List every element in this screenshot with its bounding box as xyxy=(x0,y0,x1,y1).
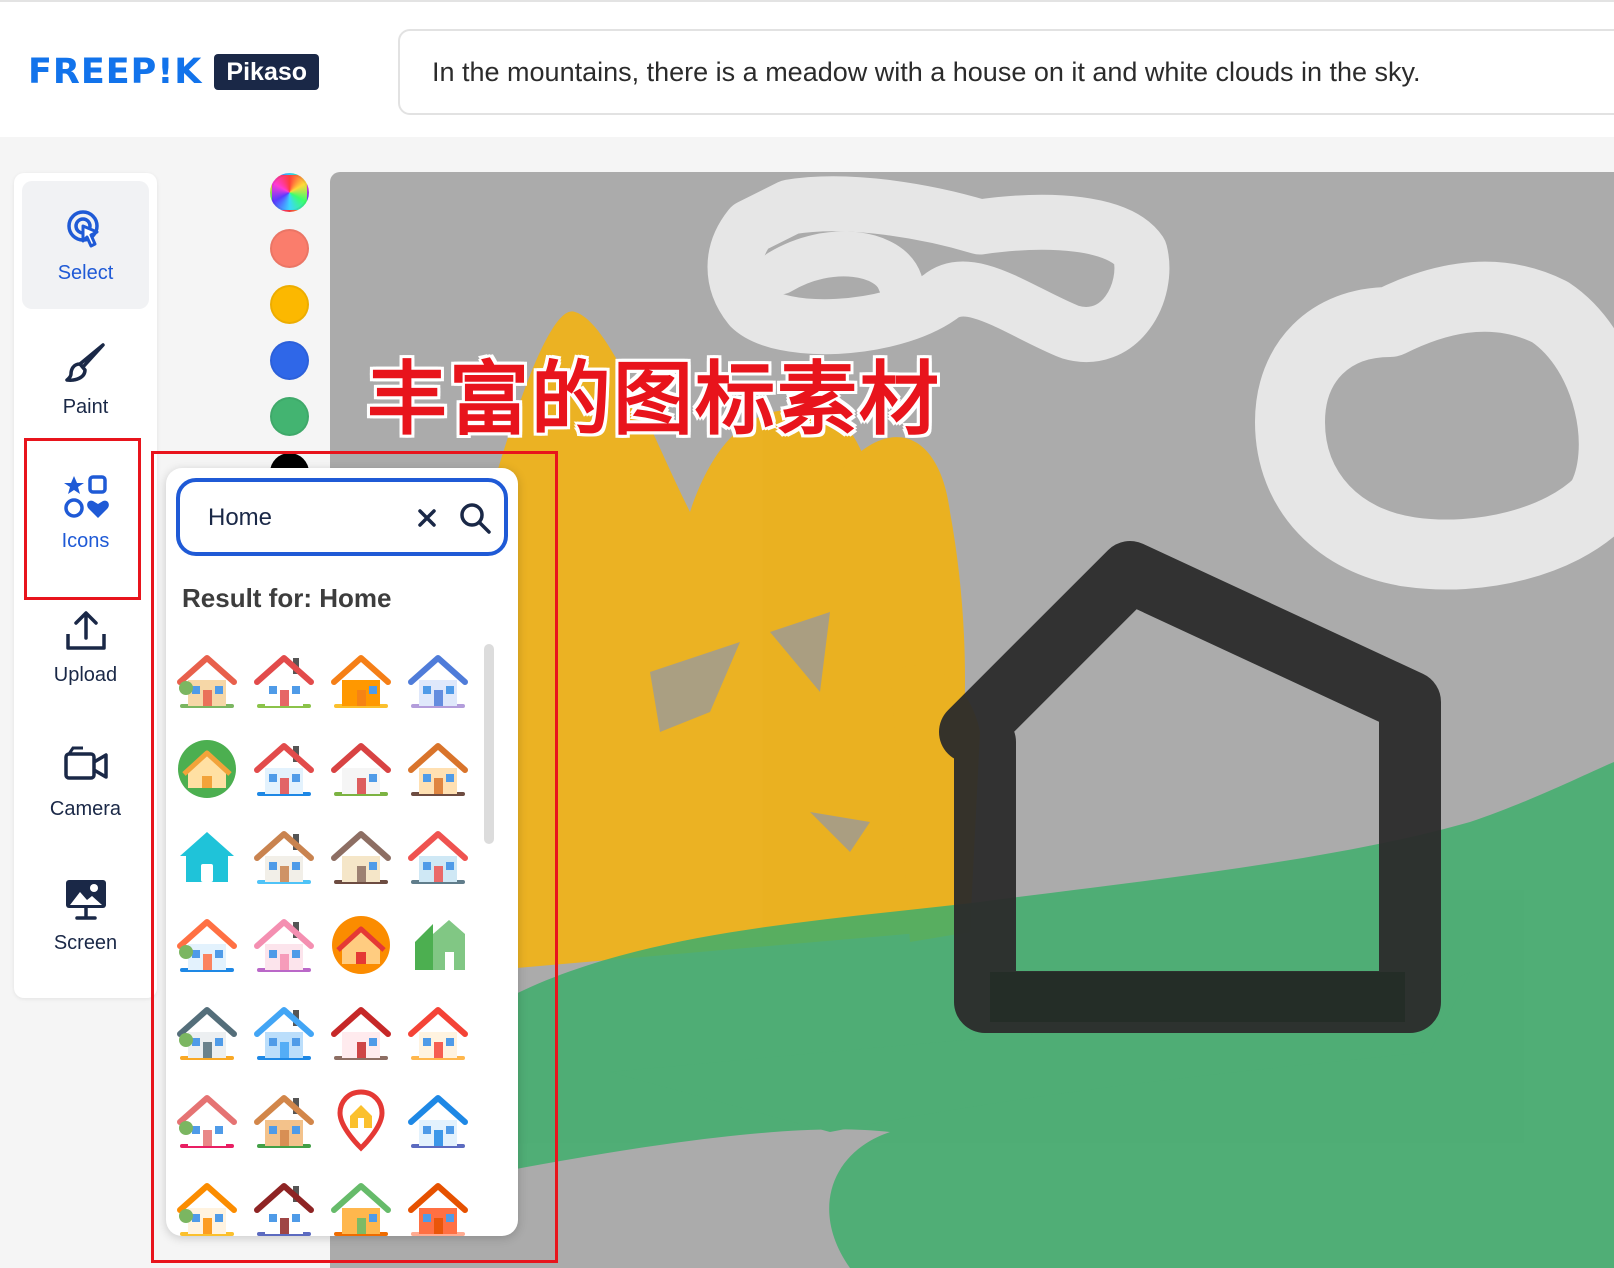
pikaso-badge: Pikaso xyxy=(214,54,320,90)
smart-home-phone-icon[interactable] xyxy=(174,912,254,992)
tool-paint[interactable]: Paint xyxy=(22,315,149,443)
close-icon[interactable] xyxy=(412,503,442,533)
highlight-icons-tool xyxy=(24,438,141,600)
round-house-icon[interactable] xyxy=(328,912,408,992)
house-tree-icon[interactable] xyxy=(328,736,408,816)
street-houses-icon[interactable] xyxy=(174,1000,254,1080)
fenced-house-icon[interactable] xyxy=(328,1000,408,1080)
annotation-caption: 丰富的图标素材 xyxy=(367,353,941,446)
green-houses-icon[interactable] xyxy=(405,912,485,992)
tool-upload[interactable]: Upload xyxy=(22,583,149,711)
money-house-icon[interactable] xyxy=(174,1176,254,1236)
family-house-icon[interactable] xyxy=(251,1176,331,1236)
two-story-house-icon[interactable] xyxy=(405,736,485,816)
house-trees-icon[interactable] xyxy=(174,648,254,728)
select-pointer-icon xyxy=(66,209,99,247)
swatch-color-picker[interactable] xyxy=(270,173,309,212)
red-roof-house-icon[interactable] xyxy=(251,648,331,728)
blue-outline-house-icon[interactable] xyxy=(251,1000,331,1080)
blue-3d-house-icon[interactable] xyxy=(405,1088,485,1168)
heart-house-icon[interactable] xyxy=(174,1088,254,1168)
smart-house-icon[interactable] xyxy=(405,824,485,904)
tool-label: Paint xyxy=(62,395,109,418)
plants-blocks-icon[interactable] xyxy=(328,1176,408,1236)
round-house-badge-icon[interactable] xyxy=(174,736,254,816)
cyan-home-icon[interactable] xyxy=(174,824,254,904)
hand-house-icon[interactable] xyxy=(405,1000,485,1080)
paintbrush-icon xyxy=(64,342,105,382)
red-chimney-house-icon[interactable] xyxy=(251,736,331,816)
top-bar: FREEP!K Pikaso In the mountains, there i… xyxy=(0,0,1614,137)
icon-search-panel: Home Result for: Home xyxy=(166,468,518,1236)
swatch-yellow[interactable] xyxy=(270,285,309,324)
video-camera-icon xyxy=(63,746,108,780)
tool-label: Camera xyxy=(49,797,122,820)
result-label: Result for: Home xyxy=(182,583,392,613)
cottage-icon[interactable] xyxy=(328,824,408,904)
prompt-input[interactable]: In the mountains, there is a meadow with… xyxy=(398,29,1614,115)
swatch-blue[interactable] xyxy=(270,341,309,380)
logo-wordmark: FREEP!K xyxy=(28,52,203,92)
screen-share-icon xyxy=(65,879,106,920)
tool-camera[interactable]: Camera xyxy=(22,717,149,845)
wifi-house-icon[interactable] xyxy=(251,824,331,904)
icon-search-field[interactable]: Home xyxy=(176,478,508,556)
swatch-green[interactable] xyxy=(270,397,309,436)
swatch-salmon[interactable] xyxy=(270,229,309,268)
tool-label: Select xyxy=(57,261,114,284)
prompt-text: In the mountains, there is a meadow with… xyxy=(432,57,1421,87)
blue-house-icon[interactable] xyxy=(405,648,485,728)
freepik-logo[interactable]: FREEP!K Pikaso xyxy=(28,52,320,92)
tool-select[interactable]: Select xyxy=(22,181,149,309)
orange-roof-icon[interactable] xyxy=(405,1176,485,1236)
tool-label: Upload xyxy=(53,663,118,686)
location-pin-house-icon[interactable] xyxy=(328,1088,408,1168)
tool-label: Screen xyxy=(53,931,118,954)
upload-icon xyxy=(65,610,106,650)
search-value: Home xyxy=(208,504,273,531)
gingerbread-house-icon[interactable] xyxy=(251,1088,331,1168)
panel-scrollbar[interactable] xyxy=(484,644,494,844)
search-icon[interactable] xyxy=(458,501,492,535)
tool-screen[interactable]: Screen xyxy=(22,851,149,979)
living-room-icon[interactable] xyxy=(251,912,331,992)
orange-house-icon[interactable] xyxy=(328,648,408,728)
